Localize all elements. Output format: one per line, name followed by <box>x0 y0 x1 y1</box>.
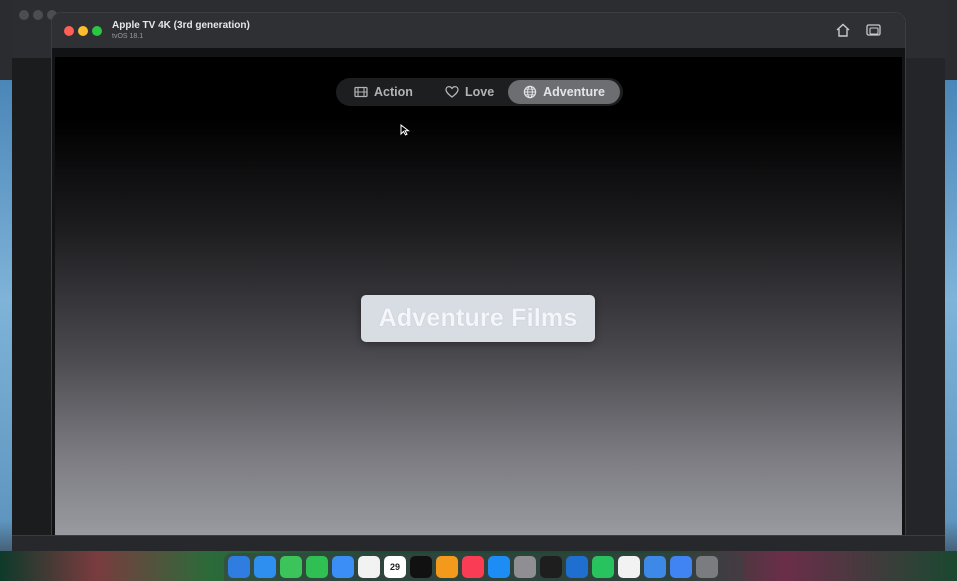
tab-adventure-label: Adventure <box>543 85 605 99</box>
facetime-icon[interactable] <box>306 556 328 578</box>
tab-action[interactable]: Action <box>354 80 413 104</box>
settings-icon[interactable] <box>514 556 536 578</box>
safari-icon[interactable] <box>254 556 276 578</box>
zoom-button[interactable] <box>92 26 102 36</box>
dock: 29 <box>224 553 743 581</box>
calendar-icon[interactable]: 29 <box>384 556 406 578</box>
home-button[interactable] <box>833 21 853 39</box>
pen-icon[interactable] <box>644 556 666 578</box>
screenshot-button[interactable] <box>864 21 884 39</box>
appstore-icon[interactable] <box>488 556 510 578</box>
mouse-cursor-icon <box>400 123 410 141</box>
screenshot-icon <box>866 24 881 36</box>
simulator-os-version: tvOS 18.1 <box>112 33 144 40</box>
chrome-icon[interactable] <box>618 556 640 578</box>
finder-icon[interactable] <box>228 556 250 578</box>
tab-bar: Action Love Adventure <box>336 78 623 106</box>
appletv-icon[interactable] <box>410 556 432 578</box>
photos-icon[interactable] <box>358 556 380 578</box>
globe-icon <box>523 85 537 99</box>
whatsapp-icon[interactable] <box>592 556 614 578</box>
heart-icon <box>445 85 459 98</box>
simulator-titlebar: Apple TV 4K (3rd generation) tvOS 18.1 <box>52 13 905 48</box>
close-button[interactable] <box>64 26 74 36</box>
pages-icon[interactable] <box>436 556 458 578</box>
messages-icon[interactable] <box>280 556 302 578</box>
tab-adventure[interactable]: Adventure <box>508 80 620 104</box>
tv-screen: Action Love Adventure Adventure Films <box>55 57 902 535</box>
minimize-button[interactable] <box>78 26 88 36</box>
outlook-icon[interactable] <box>566 556 588 578</box>
tab-love-label: Love <box>465 85 495 99</box>
home-icon <box>836 23 850 37</box>
desktop-wallpaper-right <box>945 0 957 581</box>
desktop-wallpaper-left <box>0 0 12 581</box>
music-icon[interactable] <box>462 556 484 578</box>
mail-icon[interactable] <box>332 556 354 578</box>
simulator-device-title: Apple TV 4K (3rd generation) <box>112 20 250 31</box>
xcode-close-button[interactable] <box>19 10 29 20</box>
xcode-debug-bar <box>12 535 945 552</box>
xcode-inspector-panel <box>903 58 945 535</box>
tab-love[interactable]: Love <box>445 80 494 104</box>
trash-icon[interactable] <box>696 556 718 578</box>
tab-action-label: Action <box>374 85 413 99</box>
xcode-icon[interactable] <box>670 556 692 578</box>
figma-icon[interactable] <box>540 556 562 578</box>
content-title: Adventure Films <box>378 304 578 332</box>
xcode-minimize-button[interactable] <box>33 10 43 20</box>
film-icon <box>354 86 368 98</box>
simulator-window: Apple TV 4K (3rd generation) tvOS 18.1 A… <box>52 13 905 535</box>
content-card[interactable]: Adventure Films <box>361 295 595 342</box>
